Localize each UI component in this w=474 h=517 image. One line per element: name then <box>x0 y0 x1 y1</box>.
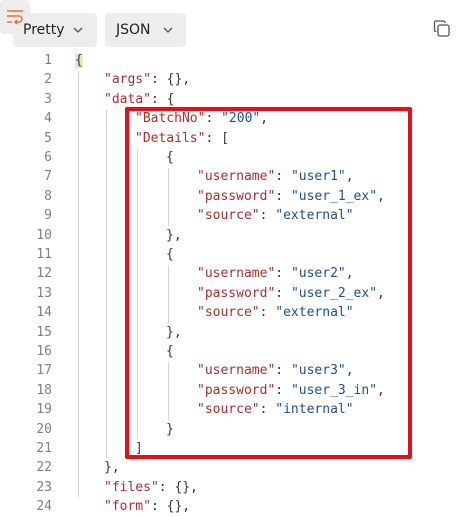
line-number: 3 <box>44 91 52 107</box>
format-label: Pretty <box>23 22 65 38</box>
code-line: 2 "args": {}, <box>0 70 474 89</box>
line-number: 1 <box>44 53 52 68</box>
json-key: "args" <box>104 72 151 88</box>
line-number: 8 <box>44 188 52 204</box>
line-number: 22 <box>36 460 52 476</box>
json-key: "form" <box>104 499 151 515</box>
code-text: "form": {}, <box>104 497 190 516</box>
json-key: "data" <box>104 91 151 107</box>
line-number: 12 <box>36 266 52 282</box>
json-punctuation: : { <box>150 91 175 107</box>
line-number: 21 <box>36 441 52 456</box>
language-dropdown[interactable]: JSON <box>105 13 186 47</box>
line-number: 17 <box>36 363 52 379</box>
code-line: 23 "files": {}, <box>0 478 474 497</box>
language-label: JSON <box>116 22 151 38</box>
chevron-down-icon <box>72 24 84 40</box>
line-number: 20 <box>36 421 52 437</box>
line-number: 14 <box>36 305 52 321</box>
json-key: "files" <box>104 479 159 495</box>
line-number: 2 <box>44 72 52 88</box>
chevron-down-icon <box>162 24 174 40</box>
copy-icon <box>433 20 450 37</box>
line-number: 18 <box>36 382 52 398</box>
line-number: 13 <box>36 285 52 301</box>
line-number: 23 <box>36 479 52 495</box>
json-punctuation: : {}, <box>150 72 191 88</box>
code-line: 22}, <box>0 458 474 477</box>
line-number: 15 <box>36 324 52 340</box>
code-text: "files": {}, <box>104 478 198 497</box>
response-toolbar: Pretty JSON <box>0 0 474 48</box>
line-number: 10 <box>36 227 52 243</box>
code-text: }, <box>104 458 120 477</box>
copy-button[interactable] <box>433 20 451 43</box>
code-line: 24 "form": {}, <box>0 497 474 516</box>
line-number: 7 <box>44 169 52 185</box>
line-number: 11 <box>36 247 52 262</box>
json-punctuation: }, <box>104 460 120 476</box>
format-dropdown[interactable]: Pretty <box>13 13 97 47</box>
line-number: 9 <box>44 208 52 224</box>
json-punctuation: { <box>75 53 83 68</box>
code-line: 1{ <box>0 51 474 70</box>
line-number: 16 <box>36 344 52 359</box>
line-number: 4 <box>44 111 52 127</box>
highlight-box <box>125 107 412 459</box>
code-text: "args": {}, <box>104 70 190 89</box>
line-number: 19 <box>36 402 52 418</box>
line-number: 5 <box>44 130 52 146</box>
json-punctuation: : {}, <box>150 499 191 515</box>
line-number: 6 <box>44 150 52 165</box>
code-text: { <box>75 51 83 70</box>
word-wrap-icon <box>7 10 23 25</box>
json-punctuation: : {}, <box>158 479 198 495</box>
line-number: 24 <box>36 499 52 515</box>
